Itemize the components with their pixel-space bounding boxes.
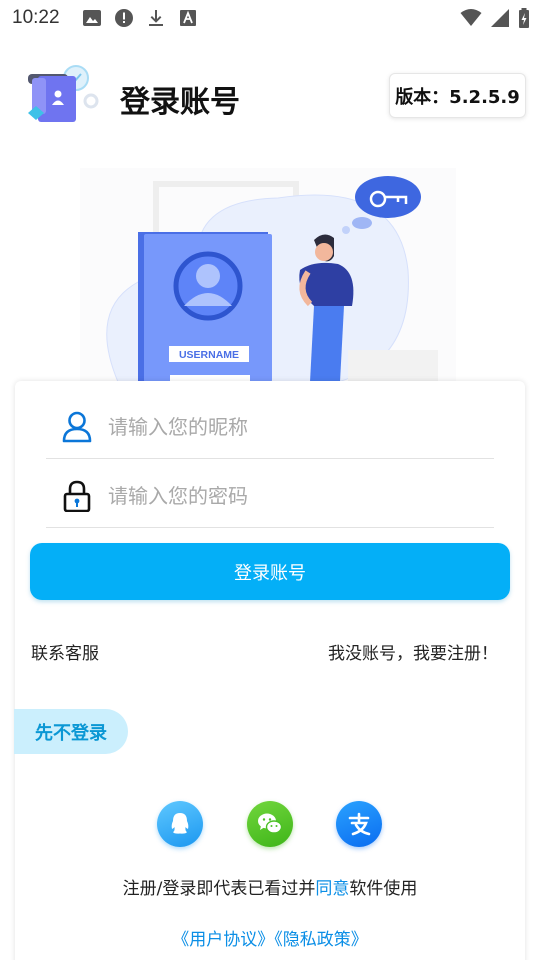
contact-support-link[interactable]: 联系客服: [31, 639, 99, 664]
privacy-policy-link[interactable]: 《隐私政策》: [274, 930, 368, 950]
wechat-login-button[interactable]: [247, 801, 293, 847]
qq-login-button[interactable]: [157, 801, 203, 847]
login-illustration: USERNAME: [80, 168, 456, 382]
nickname-field-row: [46, 391, 494, 459]
password-field-row: [46, 460, 494, 528]
version-badge: 版本：5.2.5.9: [389, 73, 526, 118]
agreement-suffix: 软件使用: [349, 879, 418, 899]
register-link[interactable]: 我没账号，我要注册！: [328, 639, 498, 664]
status-bar: 10:22: [0, 0, 540, 38]
lock-icon: [63, 480, 91, 512]
page-title: 登录账号: [120, 85, 240, 120]
signal-icon: [491, 9, 509, 27]
login-button[interactable]: 登录账号: [30, 543, 510, 600]
alipay-icon: [348, 812, 371, 836]
nickname-input[interactable]: [108, 409, 478, 445]
username-badge-text: USERNAME: [179, 349, 239, 361]
image-icon: [83, 10, 101, 26]
download-icon: [149, 10, 163, 26]
alipay-login-button[interactable]: [336, 801, 382, 847]
user-agreement-link[interactable]: 《用户协议》: [172, 930, 274, 950]
wechat-icon: [258, 813, 283, 834]
app-logo: [28, 65, 99, 122]
policy-links: 《用户协议》《隐私政策》: [0, 925, 540, 950]
agreement-text: 注册/登录即代表已看过并同意软件使用: [0, 874, 540, 899]
agreement-prefix: 注册/登录即代表已看过并: [122, 879, 316, 899]
password-input[interactable]: [108, 478, 478, 514]
skip-login-button[interactable]: 先不登录: [14, 709, 128, 754]
font-icon: [180, 10, 196, 26]
agree-link[interactable]: 同意: [315, 879, 349, 899]
user-icon: [62, 411, 92, 443]
wifi-icon: [460, 9, 482, 26]
battery-icon: [519, 8, 529, 28]
qq-icon: [171, 813, 189, 834]
alert-icon: [115, 9, 133, 27]
status-time: 10:22: [12, 7, 60, 28]
